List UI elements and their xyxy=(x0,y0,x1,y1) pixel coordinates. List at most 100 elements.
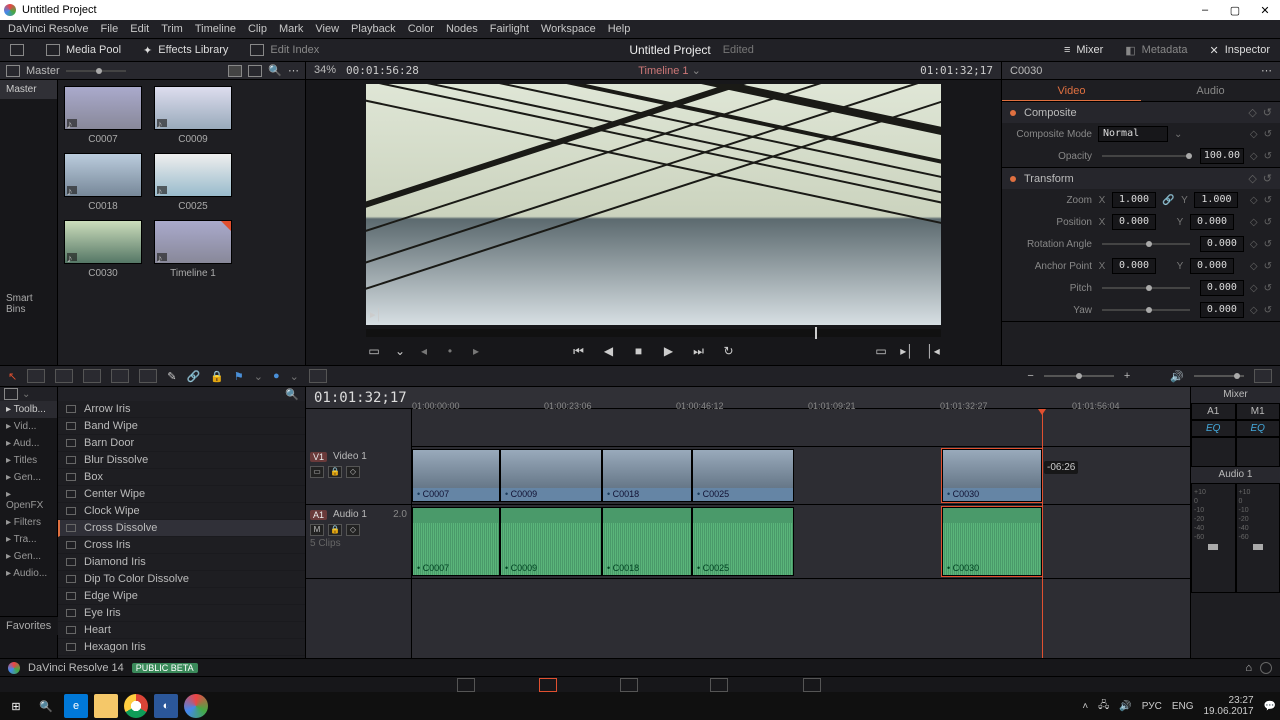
tray-lang[interactable]: РУС xyxy=(1142,701,1162,712)
fx-item[interactable]: Eye Iris xyxy=(58,605,305,622)
lock-icon[interactable]: 🔒 xyxy=(210,370,224,383)
audio-track-head[interactable]: A1Audio 12.0 M🔒◇ 5 Clips xyxy=(306,505,411,579)
fx-item[interactable]: Hexagon Iris xyxy=(58,639,305,656)
timeline-audio-clip[interactable]: • C0007 xyxy=(412,507,500,576)
edge-icon[interactable]: e xyxy=(64,694,88,718)
media-pool-toggle[interactable]: Media Pool xyxy=(44,42,123,58)
insert-tool[interactable] xyxy=(27,369,45,383)
fx-category[interactable]: ▸ Audio... xyxy=(0,565,57,582)
fx-item[interactable]: Center Wipe xyxy=(58,486,305,503)
snapping-toggle[interactable] xyxy=(309,369,327,383)
menu-color[interactable]: Color xyxy=(408,23,434,35)
inspector-tab-audio[interactable]: Audio xyxy=(1141,80,1280,101)
fader-m1[interactable]: +100-10-20-40-60 xyxy=(1236,483,1280,593)
anchor-x-input[interactable]: 0.000 xyxy=(1112,258,1156,274)
append-tool[interactable] xyxy=(139,369,157,383)
menu-view[interactable]: View xyxy=(315,23,339,35)
fx-category[interactable]: ▸ Gen... xyxy=(0,469,57,486)
zoom-out-icon[interactable]: − xyxy=(1027,370,1033,382)
fx-category[interactable]: ▸ Aud... xyxy=(0,435,57,452)
viewer-scrubber[interactable] xyxy=(366,329,941,337)
tray-notifications-icon[interactable]: 💬 xyxy=(1264,701,1276,712)
fx-item[interactable]: Blur Dissolve xyxy=(58,452,305,469)
clip-thumb[interactable]: ♪C0009 xyxy=(154,86,232,145)
pos-x-input[interactable]: 0.000 xyxy=(1112,214,1156,230)
viewer-zoom[interactable]: 34% xyxy=(314,64,336,77)
bin-icon[interactable] xyxy=(6,65,20,77)
fx-category[interactable]: ▸ Filters xyxy=(0,514,57,531)
viewer-canvas[interactable]: ▸│ xyxy=(366,84,941,325)
link-icon[interactable]: 🔗 xyxy=(1162,195,1174,206)
section-composite[interactable]: Composite xyxy=(1024,107,1077,119)
overwrite-tool[interactable] xyxy=(55,369,73,383)
timeline-video-clip[interactable]: C0025 xyxy=(692,449,794,502)
menu-help[interactable]: Help xyxy=(608,23,631,35)
link-tool-icon[interactable]: 🔗 xyxy=(186,370,200,383)
replace-tool[interactable] xyxy=(83,369,101,383)
menu-playback[interactable]: Playback xyxy=(351,23,396,35)
fx-item[interactable]: Dip To Color Dissolve xyxy=(58,571,305,588)
play-button[interactable]: ▶ xyxy=(661,344,677,358)
play-reverse-icon[interactable]: • xyxy=(442,344,458,358)
anchor-y-input[interactable]: 0.000 xyxy=(1190,258,1234,274)
app-icon[interactable]: ◐ xyxy=(154,694,178,718)
fx-item[interactable]: Cross Iris xyxy=(58,537,305,554)
window-maximize-button[interactable] xyxy=(1220,0,1250,20)
fader-a1[interactable]: +100-10-20-40-60 xyxy=(1191,483,1236,593)
composite-mode-select[interactable]: Normal xyxy=(1098,126,1168,142)
bin-master[interactable]: Master xyxy=(0,80,57,99)
marker-icon[interactable]: ● xyxy=(273,370,280,382)
timeline-audio-clip[interactable]: • C0025 xyxy=(692,507,794,576)
grid-view-icon[interactable] xyxy=(228,65,242,77)
fx-category[interactable]: ▸ OpenFX xyxy=(0,486,57,514)
home-icon[interactable]: ⌂ xyxy=(1245,662,1252,674)
first-frame-button[interactable]: ⏮ xyxy=(571,344,587,359)
section-transform[interactable]: Transform xyxy=(1024,173,1074,185)
explorer-icon[interactable] xyxy=(94,694,118,718)
fx-item[interactable]: Box xyxy=(58,469,305,486)
menu-trim[interactable]: Trim xyxy=(161,23,183,35)
timeline-name[interactable]: Timeline 1 ⌄ xyxy=(638,64,701,77)
mixer-toggle[interactable]: ≡Mixer xyxy=(1062,42,1105,58)
match-frame-icon[interactable]: ▭ xyxy=(873,344,889,358)
fit-tool[interactable] xyxy=(111,369,129,383)
timeline-audio-clip[interactable]: • C0030 xyxy=(942,507,1042,576)
menu-workspace[interactable]: Workspace xyxy=(541,23,596,35)
chevron-down-icon[interactable]: ⌄ xyxy=(392,344,408,358)
resolve-taskbar-icon[interactable] xyxy=(184,694,208,718)
effects-library-toggle[interactable]: ✦Effects Library xyxy=(141,42,230,59)
pitch-input[interactable]: 0.000 xyxy=(1200,280,1244,296)
search-icon[interactable]: 🔍 xyxy=(268,64,282,77)
clip-thumb[interactable]: ♪C0030 xyxy=(64,220,142,279)
volume-slider[interactable] xyxy=(1194,375,1244,377)
prev-clip-icon[interactable]: │◂ xyxy=(925,344,941,358)
fx-category[interactable]: ▸ Vid... xyxy=(0,418,57,435)
menu-davinci-resolve[interactable]: DaVinci Resolve xyxy=(8,23,89,35)
fx-item[interactable]: Heart xyxy=(58,622,305,639)
timeline-video-clip[interactable]: C0009 xyxy=(500,449,602,502)
fx-item[interactable]: Diamond Iris xyxy=(58,554,305,571)
clip-thumb[interactable]: ♪C0007 xyxy=(64,86,142,145)
fx-category[interactable]: ▸ Toolb... xyxy=(0,401,57,418)
timeline-zoom-slider[interactable] xyxy=(1044,375,1114,377)
fx-category[interactable]: ▸ Titles xyxy=(0,452,57,469)
menu-clip[interactable]: Clip xyxy=(248,23,267,35)
zoom-in-icon[interactable]: + xyxy=(1124,370,1130,382)
inspector-tab-video[interactable]: Video xyxy=(1002,80,1141,101)
fx-item[interactable]: Edge Wipe xyxy=(58,588,305,605)
tray-chevron-icon[interactable]: ˄ xyxy=(1082,701,1088,712)
arrow-tool-icon[interactable]: ↖ xyxy=(8,370,17,383)
layout-button[interactable] xyxy=(8,42,26,58)
fx-item[interactable]: Band Wipe xyxy=(58,418,305,435)
blade-tool-icon[interactable]: ✎ xyxy=(167,370,176,383)
edit-index-toggle[interactable]: Edit Index xyxy=(248,42,321,58)
keyframe-icon[interactable]: ◇ xyxy=(1248,106,1256,119)
next-edit-icon[interactable]: ▸ xyxy=(468,344,484,358)
menu-timeline[interactable]: Timeline xyxy=(195,23,236,35)
fx-item[interactable]: Arrow Iris xyxy=(58,401,305,418)
timeline-video-clip[interactable]: C0030 xyxy=(942,449,1042,502)
fx-item[interactable]: Cross Dissolve xyxy=(58,520,305,537)
loop-button[interactable]: ↻ xyxy=(721,344,737,358)
video-track-head[interactable]: V1Video 1 ▭🔒◇ xyxy=(306,447,411,505)
next-clip-icon[interactable]: ▸│ xyxy=(899,344,915,358)
